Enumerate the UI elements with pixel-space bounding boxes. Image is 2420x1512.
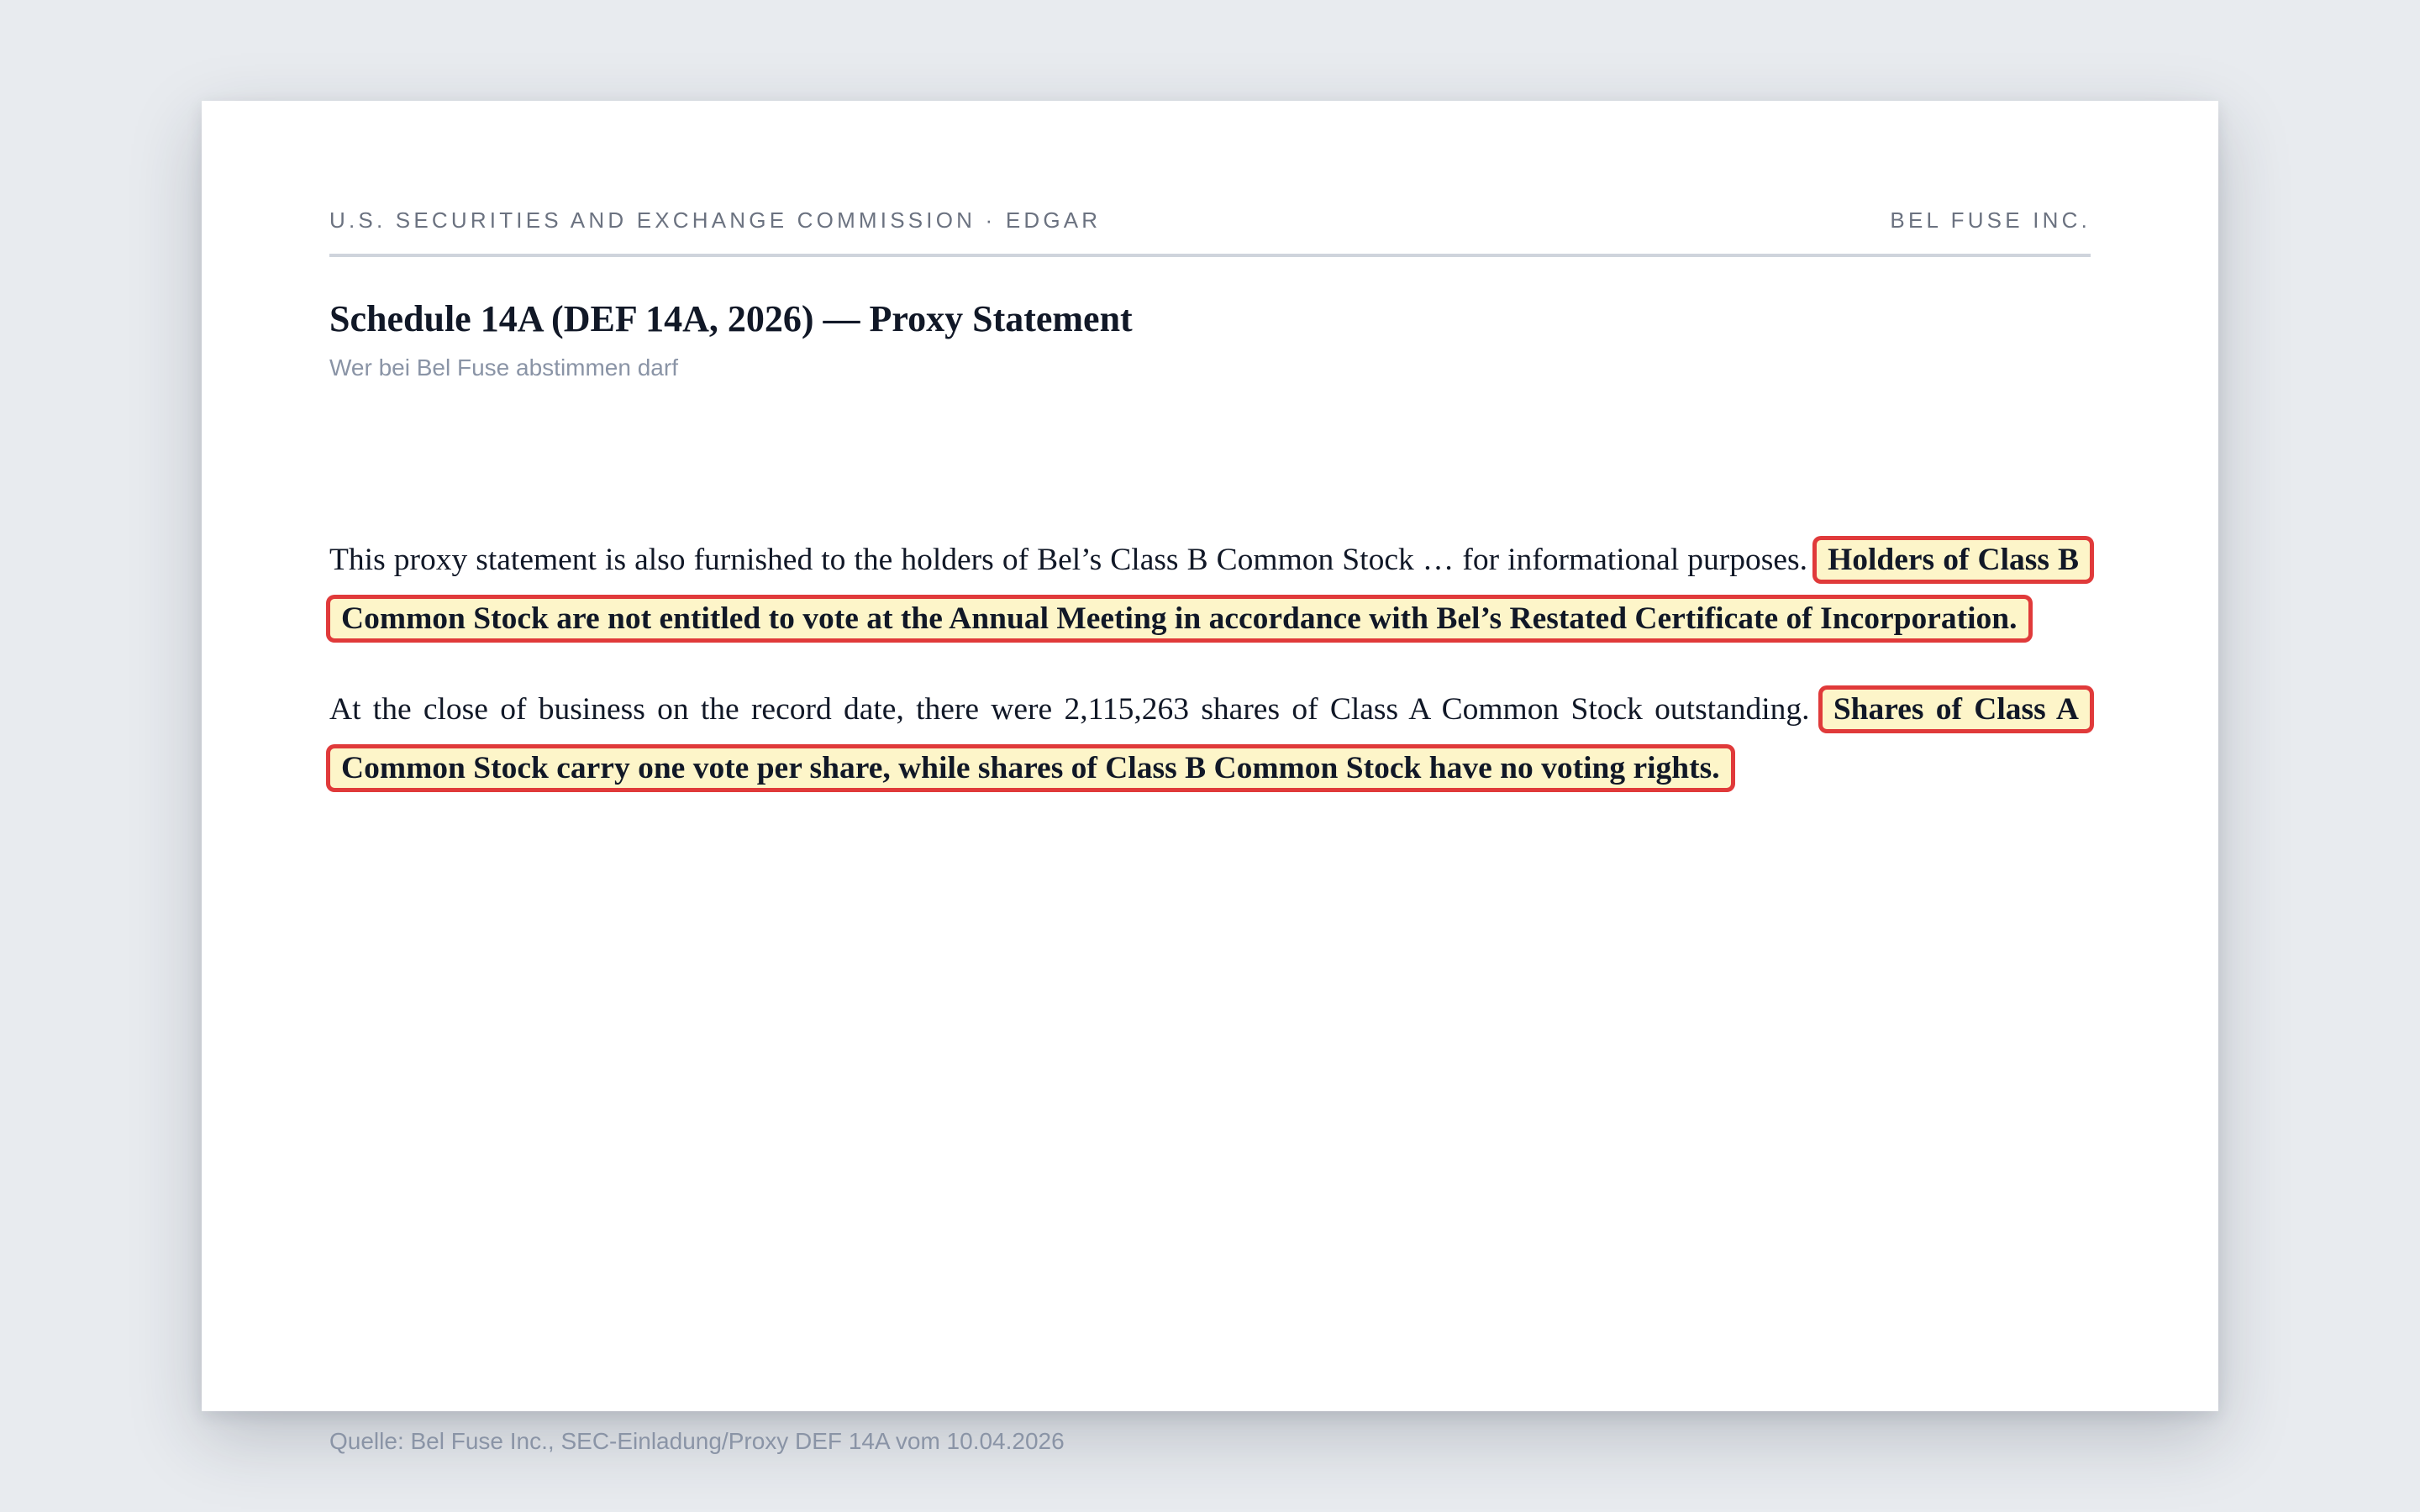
document-page: U.S. SECURITIES AND EXCHANGE COMMISSION … (202, 101, 2218, 1454)
paragraph-2-text: At the close of business on the record d… (329, 692, 1810, 727)
paragraph-1-text: This proxy statement is also furnished t… (329, 543, 1807, 577)
paragraph-2: At the close of business on the record d… (325, 680, 2095, 798)
page-title: Schedule 14A (DEF 14A, 2026) — Proxy Sta… (329, 298, 1133, 339)
header-company-label: BEL FUSE INC. (1890, 207, 2091, 233)
document-body: This proxy statement is also furnished t… (325, 531, 2095, 830)
header-source-label: U.S. SECURITIES AND EXCHANGE COMMISSION … (329, 207, 1102, 233)
paragraph-1: This proxy statement is also furnished t… (325, 531, 2095, 648)
source-note: Quelle: Bel Fuse Inc., SEC-Einladung/Pro… (329, 1428, 1065, 1454)
page-subtitle: Wer bei Bel Fuse abstimmen darf (329, 354, 678, 381)
document-header: U.S. SECURITIES AND EXCHANGE COMMISSION … (329, 207, 2091, 257)
